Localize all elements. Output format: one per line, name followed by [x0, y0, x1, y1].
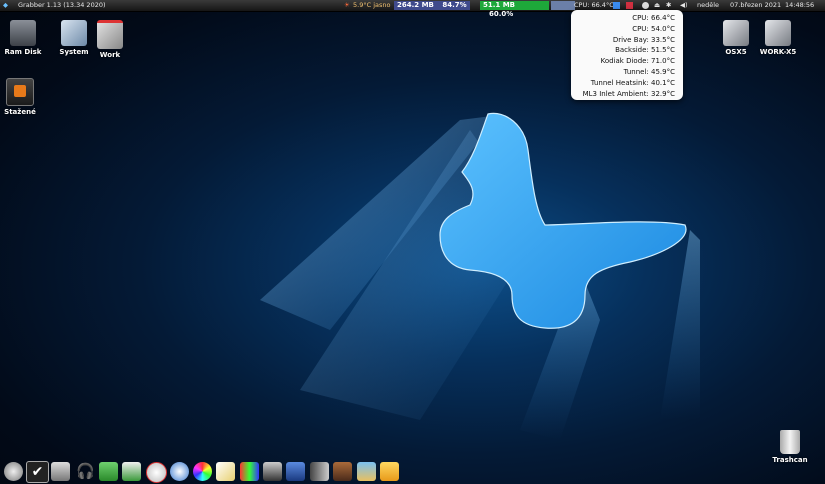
color-wheel-icon[interactable]: [193, 462, 212, 481]
colors-icon[interactable]: [240, 462, 259, 481]
pencil-icon[interactable]: [216, 462, 235, 481]
clock-icon[interactable]: [146, 462, 167, 483]
memory-1-percent: 84.7%: [442, 1, 467, 9]
picture-icon[interactable]: [357, 462, 376, 481]
trash-icon: [780, 430, 800, 454]
memory-meter-1: 264.2 MB 84.7%: [394, 1, 470, 10]
temp-row: CPU: 66.4°C: [632, 14, 675, 22]
memory-meter-2: 51.1 MB 60.0%: [480, 1, 549, 18]
stazene-label: Stažené: [4, 108, 36, 116]
trashcan[interactable]: Trashcan: [768, 430, 812, 464]
work-drive[interactable]: Work: [88, 20, 132, 59]
movie-icon[interactable]: [333, 462, 352, 481]
download-icon[interactable]: [99, 462, 118, 481]
ram-disk-label: Ram Disk: [4, 48, 42, 56]
temp-row: Tunnel Heatsink: 40.1°C: [590, 78, 675, 87]
note-icon[interactable]: [380, 462, 399, 481]
downloads-folder[interactable]: Stažené: [0, 78, 42, 116]
work-label: Work: [99, 51, 121, 59]
clock-icon[interactable]: [642, 2, 649, 9]
stack-icon[interactable]: [122, 462, 141, 481]
film-icon[interactable]: [263, 462, 282, 481]
app-logo-icon[interactable]: ◆: [3, 0, 8, 11]
temp-row: ML3 Inlet Ambient: 32.9°C: [582, 89, 675, 98]
system-drive-icon: [61, 20, 87, 46]
osx5-drive[interactable]: OSX5: [714, 20, 758, 56]
volume-icon[interactable]: ◀): [680, 0, 688, 11]
weather-text: 5.9°C jasno: [353, 1, 391, 9]
work-x5-drive[interactable]: WORK-X5: [756, 20, 800, 56]
work-drive-icon: [97, 20, 123, 49]
osx5-label: OSX5: [725, 48, 747, 56]
dock: ✔ 🎧: [0, 459, 405, 484]
ram-disk-drive[interactable]: Ram Disk: [1, 20, 45, 56]
media-icon[interactable]: [51, 462, 70, 481]
compass-icon[interactable]: [170, 462, 189, 481]
clock-time[interactable]: 14:48:56: [785, 0, 814, 11]
clapper-icon[interactable]: [286, 462, 305, 481]
temp-row: CPU: 54.0°C: [632, 24, 675, 33]
cube-icon[interactable]: [310, 462, 329, 481]
temp-row: Kodiak Diode: 71.0°C: [600, 57, 675, 66]
memory-2-value: 51.1 MB: [483, 1, 516, 9]
weekday: neděle: [697, 1, 720, 9]
temp-row: Tunnel: 45.9°C: [623, 67, 675, 76]
memory-2-percent: 60.0%: [489, 10, 514, 18]
date: 07.březen 2021: [730, 1, 782, 9]
ram-disk-icon: [10, 20, 36, 46]
work-x5-drive-icon: [765, 20, 791, 46]
butterfly-wallpaper: [260, 112, 700, 440]
osx5-drive-icon: [723, 20, 749, 46]
disc-icon[interactable]: [4, 462, 23, 481]
display-icon[interactable]: [613, 2, 620, 9]
check-icon[interactable]: ✔: [26, 461, 49, 483]
trashcan-label: Trashcan: [772, 456, 808, 464]
memory-1-value: 264.2 MB: [397, 1, 434, 9]
temp-row: Backside: 51.5°C: [615, 46, 675, 55]
flag-icon[interactable]: [626, 2, 633, 9]
work-x5-label: WORK-X5: [759, 48, 797, 56]
headphones-icon[interactable]: 🎧: [76, 462, 95, 481]
temperature-popup: CPU: 66.4°C CPU: 54.0°C Drive Bay: 33.5°…: [571, 10, 683, 100]
weather-icon: ☀: [344, 1, 350, 9]
app-title: Grabber 1.13 (13.34 2020): [18, 1, 106, 9]
menu-bar: ◆ Grabber 1.13 (13.34 2020) ☀ 5.9°C jasn…: [0, 0, 825, 18]
temp-row: Drive Bay: 33.5°C: [612, 35, 675, 44]
cpu-meter: [551, 1, 575, 10]
download-folder-icon: [6, 78, 34, 106]
